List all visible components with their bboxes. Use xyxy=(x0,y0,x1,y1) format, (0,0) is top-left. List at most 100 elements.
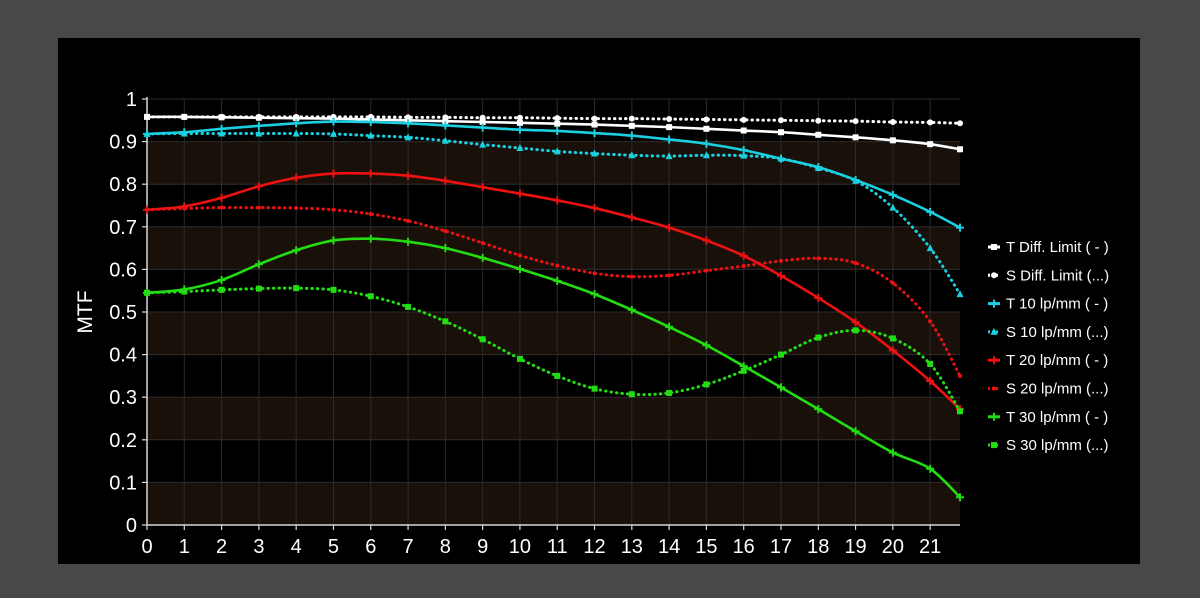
data-point xyxy=(703,381,710,388)
x-tick-label: 14 xyxy=(658,536,680,558)
x-tick-label: 0 xyxy=(141,536,152,558)
data-point xyxy=(928,319,933,324)
data-point xyxy=(628,115,635,122)
y-tick-label: 0.2 xyxy=(109,430,137,452)
data-point xyxy=(740,367,747,374)
y-tick-label: 0.1 xyxy=(109,472,137,494)
data-point xyxy=(852,327,859,334)
data-point xyxy=(853,261,858,266)
data-point xyxy=(889,119,896,126)
data-point xyxy=(852,134,859,141)
y-tick-label: 0.3 xyxy=(109,387,137,409)
x-tick-label: 6 xyxy=(365,536,376,558)
data-point xyxy=(480,240,485,245)
data-point xyxy=(555,263,560,268)
data-point xyxy=(703,125,710,132)
data-point xyxy=(255,285,262,292)
x-tick-label: 1 xyxy=(179,536,190,558)
data-point xyxy=(704,268,709,273)
legend-label: T Diff. Limit ( - ) xyxy=(1006,239,1109,256)
x-tick-label: 17 xyxy=(770,536,792,558)
data-point xyxy=(777,129,784,136)
legend-label: S Diff. Limit (...) xyxy=(1006,267,1109,284)
data-point xyxy=(144,289,150,296)
data-point xyxy=(777,351,784,358)
plot-band xyxy=(147,397,960,440)
x-tick-label: 15 xyxy=(695,536,717,558)
y-tick-label: 0.6 xyxy=(109,259,137,281)
data-point xyxy=(145,207,149,212)
data-point xyxy=(516,119,523,126)
data-point xyxy=(740,127,747,134)
data-point xyxy=(479,114,486,121)
data-point xyxy=(741,263,746,268)
x-tick-label: 13 xyxy=(621,536,643,558)
data-point xyxy=(219,205,224,210)
data-point xyxy=(958,373,962,378)
mtf-chart: 00.10.20.30.40.50.60.70.80.910 1 2 3 4 5 6 7 8 9 1… xyxy=(58,38,1140,564)
legend-label: T 30 lp/mm ( - ) xyxy=(1006,409,1108,426)
data-point xyxy=(957,120,963,127)
data-point xyxy=(889,137,896,144)
data-point xyxy=(218,286,225,293)
y-tick-label: 0.7 xyxy=(109,217,137,239)
plot-band xyxy=(147,141,960,185)
data-point xyxy=(666,124,673,131)
plot-band xyxy=(147,269,960,312)
data-point xyxy=(592,271,597,276)
legend-label: S 20 lp/mm (...) xyxy=(1006,381,1109,398)
x-tick-label: 4 xyxy=(291,536,302,558)
data-point xyxy=(218,113,225,120)
legend-label: T 20 lp/mm ( - ) xyxy=(1006,352,1108,369)
x-tick-label: 18 xyxy=(807,536,829,558)
data-point xyxy=(890,281,895,286)
legend-label: S 10 lp/mm (...) xyxy=(1006,324,1109,341)
x-tick-label: 7 xyxy=(402,536,413,558)
x-tick-label: 9 xyxy=(477,536,488,558)
data-point xyxy=(740,116,747,123)
data-point xyxy=(778,258,783,263)
plot-band xyxy=(147,226,960,270)
x-tick-label: 16 xyxy=(733,536,755,558)
x-tick-label: 5 xyxy=(328,536,339,558)
data-point xyxy=(629,274,634,279)
y-tick-label: 0.9 xyxy=(109,132,137,154)
plot-band xyxy=(147,184,960,227)
y-tick-label: 1 xyxy=(126,89,137,111)
data-point xyxy=(479,336,486,343)
data-point xyxy=(591,115,598,122)
data-point xyxy=(442,318,449,325)
data-point xyxy=(368,212,373,217)
data-point xyxy=(927,119,934,126)
x-tick-label: 3 xyxy=(253,536,264,558)
data-point xyxy=(957,408,963,415)
data-point xyxy=(331,207,336,212)
data-point xyxy=(554,115,561,122)
legend-marker xyxy=(991,272,997,279)
x-tick-label: 8 xyxy=(440,536,451,558)
y-tick-label: 0.5 xyxy=(109,302,137,324)
data-point xyxy=(367,293,374,300)
data-point xyxy=(442,114,449,121)
data-point xyxy=(667,273,672,278)
data-point xyxy=(405,303,412,310)
y-axis-title: MTF xyxy=(74,290,97,333)
x-tick-label: 2 xyxy=(216,536,227,558)
x-tick-label: 20 xyxy=(882,536,904,558)
data-point xyxy=(181,113,188,120)
x-tick-label: 12 xyxy=(583,536,605,558)
plot-band xyxy=(147,439,960,483)
y-tick-label: 0 xyxy=(126,515,137,537)
data-point xyxy=(927,141,934,148)
data-point xyxy=(554,120,561,127)
data-point xyxy=(703,116,710,123)
data-point xyxy=(591,121,598,128)
data-point xyxy=(666,389,673,396)
data-point xyxy=(554,372,561,379)
data-point xyxy=(294,206,299,211)
x-tick-label: 11 xyxy=(547,536,568,558)
plot-band xyxy=(147,312,960,355)
data-point xyxy=(628,122,635,129)
data-point xyxy=(777,117,784,124)
legend-marker xyxy=(991,244,997,250)
